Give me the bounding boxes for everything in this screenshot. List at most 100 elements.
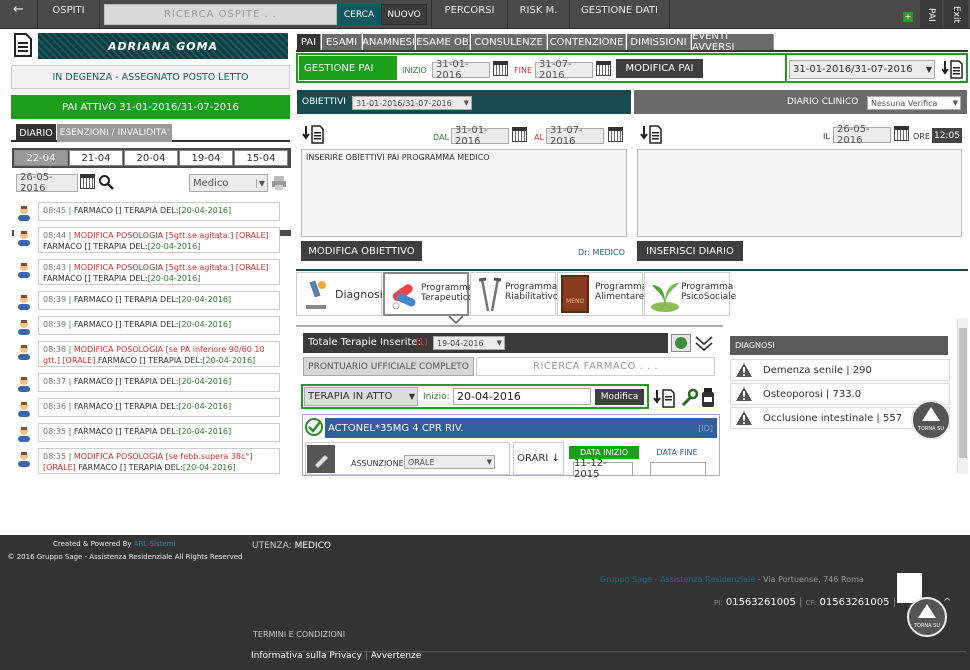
edit-pencil-icon[interactable]	[307, 445, 335, 473]
obiettivi-textarea[interactable]: INSERIRE OBIETTIVI PAI PROGRAMMA MEDICO	[301, 149, 627, 237]
gestione-dati-button[interactable]: GESTIONE DATI	[570, 0, 670, 29]
filter-select[interactable]: Medico ▼	[189, 174, 268, 192]
filter-value: Medico	[193, 177, 229, 189]
download-doc-icon[interactable]	[640, 124, 664, 144]
terapia-select[interactable]: TERAPIA IN ATTO ▼	[304, 387, 418, 406]
program-psicosociale[interactable]: Programma PsicoSociale	[644, 272, 736, 316]
percorsi-button[interactable]: PERCORSI	[431, 0, 508, 29]
torna-su-footer-button[interactable]: TORNA SU	[907, 597, 947, 637]
diary-event[interactable]: 08:35 | MODIFICA POSOLOGIA [se febb.supe…	[14, 448, 280, 474]
calendar-icon[interactable]	[512, 127, 527, 145]
pai-side-button[interactable]: PAI	[920, 0, 942, 29]
download-doc-icon[interactable]	[302, 124, 326, 144]
tab-eventi-avversi[interactable]: EVENTI AVVERSI	[692, 31, 774, 53]
exit-button[interactable]: Exit	[944, 0, 968, 29]
verifica-select[interactable]: Nessuna Verifica ▼	[867, 96, 961, 110]
diagnosi-item[interactable]: Osteoporosi | 733.0	[730, 383, 950, 405]
calendar-icon[interactable]	[493, 61, 508, 79]
program-terapeutico[interactable]: Programma Terapeutico	[383, 272, 473, 316]
day-tab-2[interactable]: 20-04	[124, 150, 178, 166]
tab-esenzioni[interactable]: ESENZIONI / INVALIDITA'	[57, 124, 172, 142]
tab-consulenze[interactable]: CONSULENZE	[471, 34, 547, 50]
pai-period-select[interactable]: 31-01-2016/31-07-2016 ▼	[789, 60, 935, 79]
day-tab-4[interactable]: 15-04	[234, 150, 288, 166]
al-input[interactable]: 31-07-2016	[546, 125, 604, 147]
diary-event[interactable]: 08:35 | FARMACO [] TERAPIA DEL:[20-04-20…	[14, 423, 280, 442]
add-therapy-icon[interactable]	[671, 334, 691, 352]
document-icon[interactable]	[12, 32, 34, 58]
orari-button[interactable]: ORARI ↓	[513, 442, 564, 475]
day-tab-1[interactable]: 21-04	[69, 150, 123, 166]
event-time: 08:45	[43, 206, 67, 215]
program-riabilitativo[interactable]: Programma Riabilitativo	[470, 272, 558, 316]
calendar-icon[interactable]	[608, 127, 623, 145]
medicine-bottle-icon[interactable]	[700, 387, 716, 409]
terapie-date-select[interactable]: 19-04-2016 ▼	[433, 336, 505, 350]
brand-link[interactable]: ARL Sistemi	[134, 540, 176, 548]
back-button[interactable]: ←	[0, 0, 38, 29]
diary-date-input[interactable]: 26-05-2016	[16, 172, 78, 194]
tab-pai[interactable]: PAI	[297, 34, 321, 50]
diary-event[interactable]: 08:39 | FARMACO [] TERAPIA DEL:[20-04-20…	[14, 291, 280, 310]
check-icon[interactable]	[304, 416, 324, 438]
inserisci-diario-button[interactable]: INSERISCI DIARIO	[637, 241, 743, 261]
company-name[interactable]: Gruppo Sage - Assistenza Residenziale	[600, 575, 755, 584]
diary-event[interactable]: 08:45 | FARMACO [] TERAPIA DEL:[20-04-20…	[14, 202, 280, 221]
nuovo-button[interactable]: NUOVO	[381, 4, 427, 25]
cerca-button[interactable]: CERCA	[337, 4, 381, 25]
printer-icon[interactable]	[271, 175, 287, 191]
search-icon[interactable]	[98, 174, 114, 190]
diary-event[interactable]: 08:43 | MODIFICA POSOLOGIA [5gtt.se agit…	[14, 259, 280, 285]
diagnosi-item[interactable]: Demenza senile | 290	[730, 359, 950, 381]
calendar-icon[interactable]	[894, 126, 909, 144]
modifica-obiettivo-button[interactable]: MODIFICA OBIETTIVO	[301, 241, 422, 261]
tab-esame-ob[interactable]: ESAME OB	[416, 34, 470, 50]
ore-value[interactable]: 12:05	[932, 128, 962, 143]
obiettivi-select[interactable]: 31-01-2016/31-07-2016 ▼	[352, 96, 472, 110]
diary-event[interactable]: 08:36 | FARMACO [] TERAPIA DEL:[20-04-20…	[14, 398, 280, 417]
download-doc-icon[interactable]	[653, 388, 677, 408]
program-diagnosi[interactable]: Diagnosi	[296, 272, 383, 316]
event-date: [20-04-2016]	[178, 377, 232, 386]
tab-esami[interactable]: ESAMI	[322, 34, 362, 50]
tab-contenzione[interactable]: CONTENZIONE	[548, 34, 626, 50]
tab-diario[interactable]: DIARIO	[16, 124, 56, 142]
torna-su-button[interactable]: TORNA SU	[911, 400, 951, 440]
wrench-icon[interactable]	[680, 388, 699, 408]
fine-input[interactable]: 31-07-2016	[535, 59, 593, 81]
dal-input[interactable]: 31-01-2016	[451, 125, 509, 147]
diary-event[interactable]: 08:44 | MODIFICA POSOLOGIA [5gtt.se agit…	[14, 227, 280, 253]
day-tab-3[interactable]: 19-04	[179, 150, 233, 166]
prontuario-button[interactable]: PRONTUARIO UFFICIALE COMPLETO	[303, 357, 474, 376]
calendar-icon[interactable]	[596, 61, 611, 79]
ospiti-button[interactable]: OSPITI	[38, 0, 100, 29]
data-inizio-value[interactable]: 11-12-2015	[573, 458, 633, 480]
diary-event[interactable]: 08:37 | FARMACO [] TERAPIA DEL:[20-04-20…	[14, 373, 280, 392]
search-input[interactable]: RICERCA OSPITE . .	[104, 4, 337, 25]
assunzione-select[interactable]: ORALE ▼	[404, 455, 495, 469]
download-doc-icon[interactable]	[941, 59, 964, 79]
privacy-link[interactable]: Informativa sulla Privacy	[251, 651, 362, 661]
modifica-button[interactable]: Modifica	[595, 389, 644, 405]
risk-button[interactable]: RISK M.	[508, 0, 570, 29]
diary-event[interactable]: 08:39 | FARMACO [] TERAPIA DEL:[20-04-20…	[14, 316, 280, 335]
inizio-input[interactable]: 31-01-2016	[432, 59, 490, 81]
modifica-pai-button[interactable]: MODIFICA PAI	[616, 59, 703, 78]
day-tab-0[interactable]: 22-04	[14, 150, 68, 166]
diary-event[interactable]: 08:38 | MODIFICA POSOLOGIA [se PA inferi…	[14, 341, 280, 367]
diario-textarea[interactable]	[637, 149, 962, 237]
cf-label: CF:	[805, 599, 817, 607]
tab-anamnesi[interactable]: ANAMNESI	[362, 34, 415, 50]
avvertenze-link[interactable]: Avvertenze	[371, 651, 422, 661]
inizio2-input[interactable]: 20-04-2016	[453, 388, 591, 405]
calendar-icon[interactable]	[80, 174, 95, 192]
scrollbar[interactable]	[957, 318, 968, 474]
plus-icon[interactable]: +	[903, 12, 913, 22]
farmaco-code: [ID]	[698, 423, 713, 433]
il-input[interactable]: 26-05-2016	[833, 124, 891, 146]
tab-dimissioni[interactable]: DIMISSIONI	[627, 34, 691, 50]
data-fine-input[interactable]	[650, 462, 706, 476]
ricerca-farmaco-input[interactable]: RICERCA FARMACO . . .	[476, 357, 715, 376]
double-chevron-icon[interactable]	[694, 334, 714, 352]
program-alimentare[interactable]: MENU Programma Alimentare	[557, 272, 647, 316]
